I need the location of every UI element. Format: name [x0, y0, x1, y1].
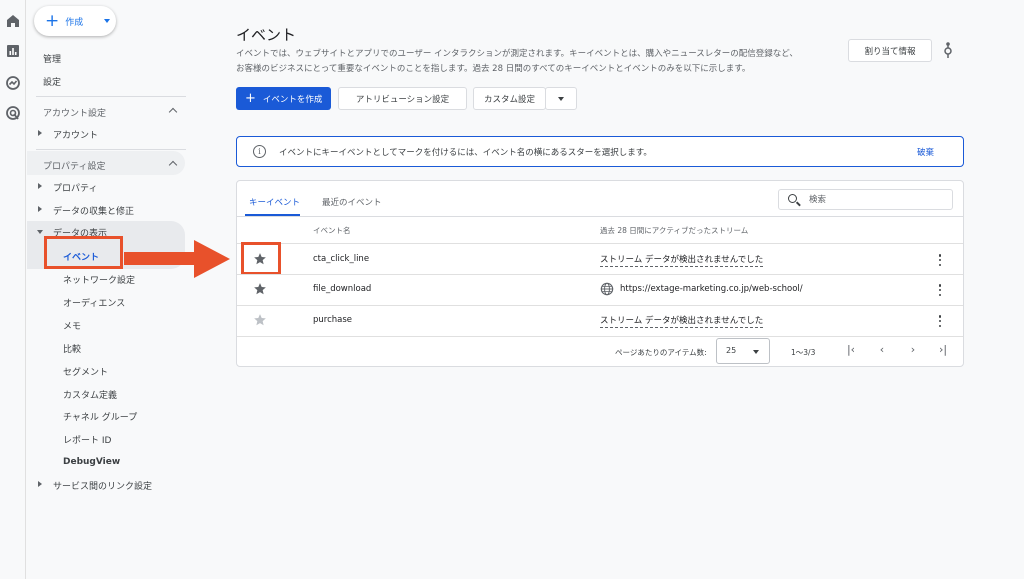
chevron-down-icon: [104, 19, 110, 23]
more-vert-icon[interactable]: [937, 283, 943, 297]
nav-service-links[interactable]: サービス間のリンク設定: [53, 479, 152, 492]
pager-label: ページあたりのアイテム数:: [615, 348, 707, 357]
next-page-icon[interactable]: ›: [905, 342, 921, 358]
star-icon[interactable]: [253, 313, 267, 327]
create-label: 作成: [65, 17, 84, 28]
create-event-button[interactable]: + イベントを作成: [236, 87, 331, 110]
annotation-arrow-head: [194, 240, 230, 278]
nav-divider: [36, 149, 186, 150]
row-divider: [237, 336, 963, 337]
tab-recent-events[interactable]: 最近のイベント: [322, 196, 382, 208]
nav-sub-compare[interactable]: 比較: [63, 342, 81, 355]
explore-icon[interactable]: [5, 75, 21, 91]
page-description: イベントでは、ウェブサイトとアプリでのユーザー インタラクションが測定されます。…: [236, 47, 836, 77]
event-name[interactable]: file_download: [313, 284, 371, 294]
page-description-line: イベントでは、ウェブサイトとアプリでのユーザー インタラクションが測定されます。…: [236, 49, 798, 59]
nav-sub-report-id[interactable]: レポート ID: [63, 433, 111, 446]
event-name[interactable]: cta_click_line: [313, 254, 369, 264]
column-header-stream: 過去 28 日間にアクティブだったストリーム: [600, 226, 749, 235]
chevron-down-icon: [753, 350, 759, 354]
annotation-arrow: [124, 252, 196, 265]
more-vert-icon[interactable]: [937, 253, 943, 267]
home-icon[interactable]: [5, 13, 21, 29]
nav-section-account[interactable]: アカウント設定: [43, 106, 106, 119]
nav-property[interactable]: プロパティ: [53, 181, 97, 194]
search-icon: [788, 194, 797, 203]
annotation-highlight-box: [44, 236, 123, 269]
attribution-info-icon[interactable]: [943, 41, 953, 59]
stream-url[interactable]: https://extage-marketing.co.jp/web-schoo…: [620, 284, 803, 294]
attribution-settings-button[interactable]: アトリビューション設定: [338, 87, 467, 110]
create-button[interactable]: + 作成: [34, 6, 116, 36]
nav-divider: [36, 96, 186, 97]
stream-status: ストリーム データが検出されませんでした: [600, 255, 764, 267]
stream-status: ストリーム データが検出されませんでした: [600, 316, 764, 328]
info-icon: i: [253, 145, 266, 158]
nav-sub-segment[interactable]: セグメント: [63, 365, 108, 378]
nav-sub-network[interactable]: ネットワーク設定: [63, 273, 135, 286]
nav-settings[interactable]: 設定: [43, 75, 61, 88]
info-banner: i イベントにキーイベントとしてマークを付けるには、イベント名の横にあるスターを…: [236, 136, 964, 167]
page-description-line: お客様のビジネスにとって重要なイベントのことを指します。過去 28 日間のすべて…: [236, 64, 751, 74]
caret-right-icon: [38, 130, 42, 136]
caret-right-icon: [38, 481, 42, 487]
chevron-down-icon: [558, 97, 564, 101]
row-divider: [237, 274, 963, 275]
first-page-icon[interactable]: |‹: [843, 342, 859, 358]
plus-icon: +: [245, 91, 256, 106]
nav-account[interactable]: アカウント: [53, 128, 98, 141]
row-divider: [237, 243, 963, 244]
events-card: キーイベント 最近のイベント イベント名 過去 28 日間にアクティブだったスト…: [236, 180, 964, 367]
annotation-star-box: [241, 242, 281, 275]
nav-sub-memo[interactable]: メモ: [63, 319, 81, 332]
advertising-icon[interactable]: [5, 105, 21, 121]
event-name[interactable]: purchase: [313, 315, 352, 325]
tabs-divider: [237, 216, 963, 217]
nav-sub-debugview[interactable]: DebugView: [63, 457, 120, 467]
items-per-page-value: 25: [726, 346, 737, 355]
nav-data-collection[interactable]: データの収集と修正: [53, 204, 134, 217]
nav-section-property[interactable]: プロパティ設定: [43, 159, 105, 172]
search-box[interactable]: [778, 189, 953, 210]
create-event-label: イベントを作成: [262, 94, 323, 105]
caret-down-icon: [37, 230, 43, 234]
items-per-page-select[interactable]: 25: [716, 338, 770, 364]
custom-settings-button[interactable]: カスタム設定: [473, 87, 546, 110]
icon-rail: [0, 0, 26, 579]
nav-sub-custom-def[interactable]: カスタム定義: [63, 388, 117, 401]
search-input[interactable]: [809, 193, 939, 207]
more-vert-icon[interactable]: [937, 314, 943, 328]
nav-sub-channel-group[interactable]: チャネル グループ: [63, 410, 137, 423]
nav-manage[interactable]: 管理: [43, 52, 61, 65]
assign-info-button[interactable]: 割り当て情報: [848, 39, 932, 62]
banner-dismiss-button[interactable]: 破棄: [917, 146, 934, 158]
banner-text: イベントにキーイベントとしてマークを付けるには、イベント名の横にあるスターを選択…: [279, 148, 652, 158]
row-divider: [237, 305, 963, 306]
star-icon[interactable]: [253, 282, 267, 296]
caret-right-icon: [38, 183, 42, 189]
pager-range: 1〜3/3: [791, 348, 816, 357]
bar-chart-icon[interactable]: [5, 43, 21, 59]
plus-icon: +: [45, 10, 60, 31]
column-header-event-name: イベント名: [313, 226, 351, 235]
caret-right-icon: [38, 206, 42, 212]
nav-sub-audience[interactable]: オーディエンス: [63, 296, 125, 309]
prev-page-icon[interactable]: ‹: [874, 342, 890, 358]
tab-key-events[interactable]: キーイベント: [249, 196, 300, 208]
page-title: イベント: [236, 26, 297, 44]
globe-icon: [600, 282, 614, 296]
last-page-icon[interactable]: ›|: [935, 342, 951, 358]
